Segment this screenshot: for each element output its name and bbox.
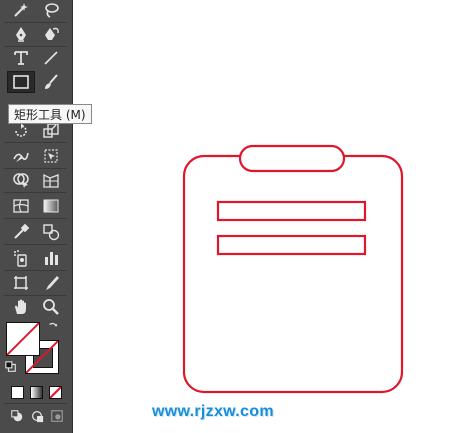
separator <box>4 403 67 404</box>
tooltip: 矩形工具 (M) <box>8 104 92 124</box>
type-icon[interactable] <box>9 48 33 68</box>
separator <box>4 295 67 296</box>
lasso-icon[interactable] <box>39 0 63 20</box>
separator <box>4 270 67 271</box>
symbol-sprayer-icon[interactable] <box>9 248 33 268</box>
column-graph-icon[interactable] <box>39 248 63 268</box>
draw-inside-icon[interactable] <box>48 408 66 424</box>
swap-fill-stroke-icon[interactable] <box>46 320 60 334</box>
magic-wand-icon[interactable] <box>9 0 33 20</box>
fill-swatch[interactable] <box>6 322 40 356</box>
separator <box>4 22 67 23</box>
paintbrush-icon[interactable] <box>39 72 63 92</box>
clipboard-clip[interactable] <box>238 144 346 173</box>
artboard-icon[interactable] <box>9 273 33 293</box>
default-fill-stroke-icon[interactable] <box>4 360 18 374</box>
color-mode-button[interactable] <box>11 386 24 399</box>
curvature-pen-icon[interactable] <box>39 24 63 44</box>
separator <box>4 218 67 219</box>
text-line-bar[interactable] <box>216 234 367 256</box>
separator <box>4 46 67 47</box>
slice-icon[interactable] <box>39 273 63 293</box>
gradient-mode-button[interactable] <box>30 386 43 399</box>
none-mode-button[interactable] <box>49 386 62 399</box>
watermark-text: www.rjzxw.com <box>152 403 274 420</box>
hand-icon[interactable] <box>9 297 33 317</box>
separator <box>4 244 67 245</box>
separator <box>4 192 67 193</box>
line-segment-icon[interactable] <box>39 48 63 68</box>
clipboard-body[interactable] <box>182 154 404 394</box>
pen-icon[interactable] <box>9 24 33 44</box>
eyedropper-icon[interactable] <box>9 222 33 242</box>
separator <box>4 142 67 143</box>
mesh-icon[interactable] <box>9 196 33 216</box>
tools-panel: 矩形工具 (M) <box>0 0 92 433</box>
draw-normal-icon[interactable] <box>8 408 26 424</box>
zoom-icon[interactable] <box>39 297 63 317</box>
artwork-canvas <box>182 144 404 394</box>
separator <box>4 168 67 169</box>
perspective-grid-icon[interactable] <box>39 170 63 190</box>
warp-icon[interactable] <box>9 146 33 166</box>
draw-behind-icon[interactable] <box>28 408 46 424</box>
text-line-bar[interactable] <box>216 200 367 222</box>
shape-builder-icon[interactable] <box>9 170 33 190</box>
blend-icon[interactable] <box>39 222 63 242</box>
gradient-icon[interactable] <box>39 196 63 216</box>
free-transform-icon[interactable] <box>39 146 63 166</box>
rectangle-icon[interactable] <box>7 71 35 93</box>
tooltip-text: 矩形工具 (M) <box>14 108 86 122</box>
